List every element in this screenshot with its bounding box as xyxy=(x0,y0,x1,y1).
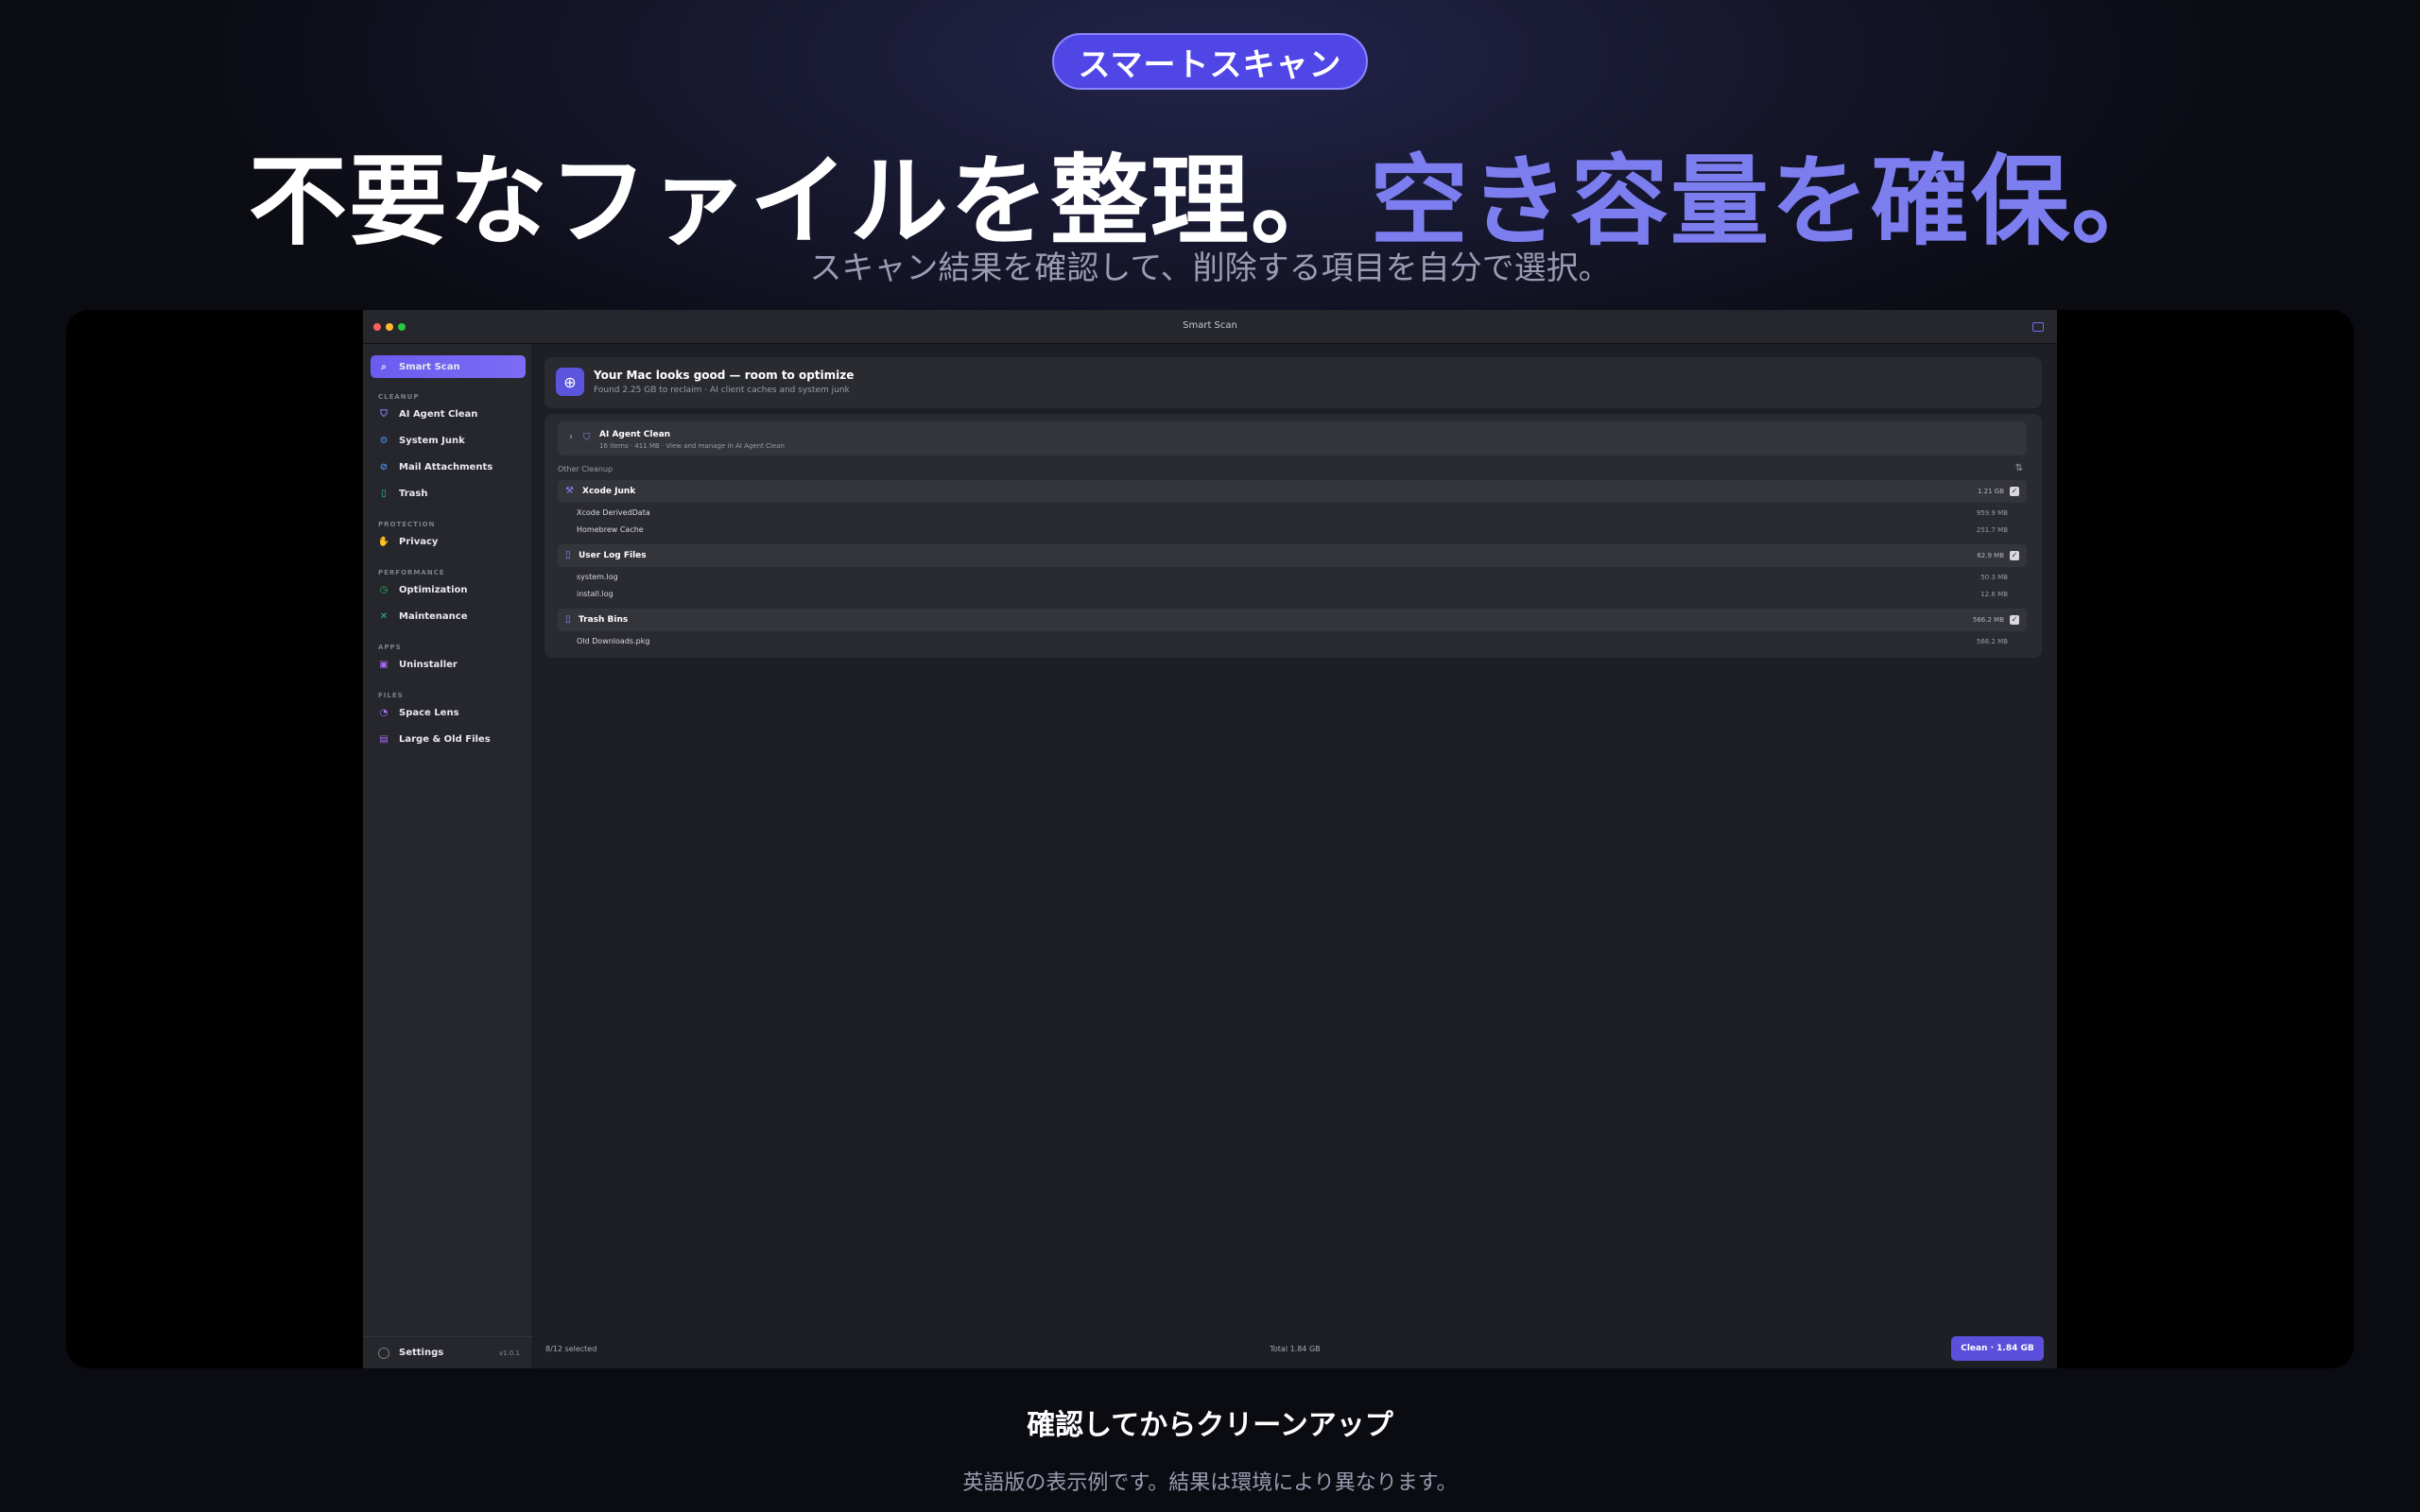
group-checkbox[interactable]: ✓ xyxy=(2010,615,2019,625)
group-title: User Log Files xyxy=(579,551,647,560)
hammer-icon: ⚒ xyxy=(565,486,574,496)
sidebar-item-system-junk[interactable]: ⚙ System Junk xyxy=(371,429,526,452)
sidebar-item-label: Space Lens xyxy=(399,707,459,718)
sidebar-toggle-icon[interactable] xyxy=(2032,322,2044,332)
lens-icon: ◔ xyxy=(379,707,389,718)
wrench-icon: ✕ xyxy=(379,610,389,622)
total-size: Total 1.84 GB xyxy=(1270,1345,1321,1353)
settings-button[interactable]: Settings v1.0.1 xyxy=(363,1336,533,1368)
gear-icon xyxy=(378,1347,389,1359)
sidebar-item-label: AI Agent Clean xyxy=(399,408,478,420)
group-checkbox[interactable]: ✓ xyxy=(2010,551,2019,560)
status-card: ⊕ Your Mac looks good — room to optimize… xyxy=(544,357,2042,408)
group-row-trash-bins[interactable]: ▯ Trash Bins 566.2 MB ✓ xyxy=(558,609,2027,631)
sort-icon[interactable]: ⇅ xyxy=(2015,463,2023,473)
gauge-icon: ◷ xyxy=(379,584,389,595)
sidebar-item-label: Trash xyxy=(399,488,428,499)
subheadline: スキャン結果を確認して、削除する項目を自分で選択。 xyxy=(809,249,1611,287)
ai-agent-clean-row[interactable]: › ⛉ AI Agent Clean 16 items · 411 MB · V… xyxy=(558,421,2027,455)
sidebar-item-optimization[interactable]: ◷ Optimization xyxy=(371,578,526,601)
sidebar-item-label: Large & Old Files xyxy=(399,733,491,745)
sidebar-item-label: System Junk xyxy=(399,435,465,446)
section-title: FILES xyxy=(378,692,404,699)
item-name: Old Downloads.pkg xyxy=(577,637,650,645)
caption-title: 確認してからクリーンアップ xyxy=(1027,1409,1393,1442)
list-item[interactable]: Homebrew Cache 251.7 MB xyxy=(558,522,2027,539)
sidebar-item-space-lens[interactable]: ◔ Space Lens xyxy=(371,701,526,724)
section-title: PROTECTION xyxy=(378,521,436,528)
title-bar: Smart Scan xyxy=(363,310,2057,344)
footer-bar: 8/12 selected Total 1.84 GB Clean · 1.84… xyxy=(533,1332,2057,1368)
trash-icon: ▯ xyxy=(565,614,571,625)
agent-row-title: AI Agent Clean xyxy=(599,430,671,439)
item-size: 251.7 MB xyxy=(1976,526,2008,534)
group-title: Trash Bins xyxy=(579,615,629,625)
other-cleanup-label: Other Cleanup xyxy=(558,465,614,473)
section-title: CLEANUP xyxy=(378,393,420,401)
list-item[interactable]: system.log 50.3 MB xyxy=(558,569,2027,586)
list-item[interactable]: Xcode DerivedData 959.9 MB xyxy=(558,505,2027,522)
sidebar-item-label: Privacy xyxy=(399,536,439,547)
sidebar-item-label: Optimization xyxy=(399,584,468,595)
status-title: Your Mac looks good — room to optimize xyxy=(594,369,855,382)
chevron-right-icon[interactable]: › xyxy=(569,432,573,442)
sidebar-item-privacy[interactable]: ✋ Privacy xyxy=(371,530,526,553)
group-size: 1.21 GB xyxy=(1977,488,2004,495)
sidebar-item-trash[interactable]: ▯ Trash xyxy=(371,482,526,505)
caption-note: 英語版の表示例です。結果は環境により異なります。 xyxy=(962,1471,1458,1495)
main-content: ⊕ Your Mac looks good — room to optimize… xyxy=(533,344,2057,1368)
group-row-user-log-files[interactable]: ▯ User Log Files 62.9 MB ✓ xyxy=(558,544,2027,567)
status-subtitle: Found 2.25 GB to reclaim · AI client cac… xyxy=(594,386,850,395)
sidebar-item-smart-scan[interactable]: ⌕ Smart Scan xyxy=(371,355,526,378)
sidebar-item-label: Mail Attachments xyxy=(399,461,493,472)
results-list: › ⛉ AI Agent Clean 16 items · 411 MB · V… xyxy=(544,414,2042,658)
file-icon: ▤ xyxy=(379,733,389,745)
item-size: 959.9 MB xyxy=(1976,509,2008,517)
item-size: 566.2 MB xyxy=(1976,638,2008,645)
shield-icon: ⛉ xyxy=(380,408,388,420)
paperclip-icon: ⊘ xyxy=(379,461,389,472)
item-size: 12.6 MB xyxy=(1980,591,2008,598)
agent-row-subtitle: 16 items · 411 MB · View and manage in A… xyxy=(599,442,785,450)
list-item[interactable]: Old Downloads.pkg 566.2 MB xyxy=(558,633,2027,650)
item-size: 50.3 MB xyxy=(1980,574,2008,581)
group-size: 62.9 MB xyxy=(1977,552,2004,559)
group-checkbox[interactable]: ✓ xyxy=(2010,487,2019,496)
sidebar: ⌕ Smart Scan CLEANUP ⛉ AI Agent Clean ⚙ … xyxy=(363,344,533,1368)
sidebar-item-large-old-files[interactable]: ▤ Large & Old Files xyxy=(371,728,526,750)
section-title: PERFORMANCE xyxy=(378,569,445,576)
document-icon: ▯ xyxy=(565,550,571,560)
group-title: Xcode Junk xyxy=(582,487,636,496)
feature-badge: スマートスキャン xyxy=(1052,33,1368,90)
list-item[interactable]: install.log 12.6 MB xyxy=(558,586,2027,603)
section-title: APPS xyxy=(378,644,402,651)
sidebar-item-label: Maintenance xyxy=(399,610,468,622)
item-name: system.log xyxy=(577,573,618,581)
sidebar-item-mail-attachments[interactable]: ⊘ Mail Attachments xyxy=(371,455,526,478)
sidebar-item-label: Smart Scan xyxy=(399,361,460,372)
magnifier-icon: ⌕ xyxy=(381,361,387,372)
settings-label: Settings xyxy=(399,1348,444,1358)
sidebar-item-maintenance[interactable]: ✕ Maintenance xyxy=(371,605,526,627)
item-name: Homebrew Cache xyxy=(577,525,644,534)
sidebar-item-label: Uninstaller xyxy=(399,659,458,670)
group-size: 566.2 MB xyxy=(1972,616,2004,624)
item-name: install.log xyxy=(577,590,614,598)
window-title: Smart Scan xyxy=(1183,320,1237,331)
version-label: v1.0.1 xyxy=(499,1349,520,1357)
clean-button[interactable]: Clean · 1.84 GB xyxy=(1951,1336,2044,1361)
hand-icon: ✋ xyxy=(377,536,390,547)
gear-icon: ⚙ xyxy=(379,435,389,446)
item-name: Xcode DerivedData xyxy=(577,508,650,517)
scan-magnifier-icon: ⊕ xyxy=(556,368,584,396)
app-icon: ▣ xyxy=(379,659,389,670)
app-window: Smart Scan ⌕ Smart Scan CLEANUP ⛉ AI Age… xyxy=(363,310,2057,1368)
trash-icon: ▯ xyxy=(381,488,387,499)
sidebar-item-uninstaller[interactable]: ▣ Uninstaller xyxy=(371,653,526,676)
shield-icon: ⛉ xyxy=(583,433,591,443)
group-row-xcode-junk[interactable]: ⚒ Xcode Junk 1.21 GB ✓ xyxy=(558,480,2027,503)
sidebar-item-ai-agent-clean[interactable]: ⛉ AI Agent Clean xyxy=(371,403,526,425)
